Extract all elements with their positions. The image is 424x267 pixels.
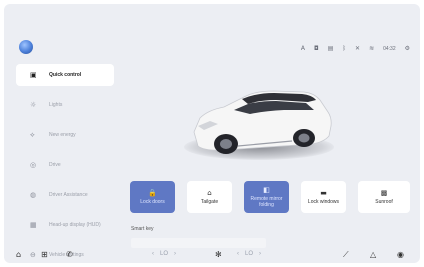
no-signal-icon: ✕ — [355, 45, 361, 52]
temp-increase-button[interactable]: › — [259, 251, 261, 257]
tile-label: Lock windows — [307, 199, 340, 205]
sidebar-item-drive[interactable]: ◎ Drive — [16, 154, 114, 176]
tile-label: Remote mirror folding — [250, 196, 283, 208]
fan-icon[interactable]: ✻ — [215, 249, 222, 261]
temp-increase-button[interactable]: › — [174, 251, 176, 257]
lock-windows-button[interactable]: ▬ Lock windows — [301, 181, 346, 213]
smart-key-label: Smart key — [131, 226, 154, 232]
sidebar-item-quick-control[interactable]: ▣ Quick control — [16, 64, 114, 86]
assistance-icon: ◍ — [30, 191, 37, 199]
energy-icon: ⟡ — [30, 130, 35, 139]
home-icon[interactable]: ⌂ — [16, 249, 21, 261]
car-image — [193, 90, 332, 154]
assistant-icon[interactable]: ◉ — [397, 249, 404, 261]
status-bar: A ◘ ▤ ᛒ ✕ ≋ 04:32 ⚙ — [301, 44, 410, 54]
sunroof-button[interactable]: ▩ Sunroof — [358, 181, 410, 213]
apps-icon[interactable]: ⊞ — [41, 249, 48, 261]
sidebar-item-label: Quick control — [49, 72, 82, 78]
steering-wheel-icon: ◎ — [30, 161, 37, 169]
light-icon: ☼ — [30, 101, 37, 109]
temp-decrease-button[interactable]: ‹ — [152, 251, 154, 257]
temp-value: LO — [160, 251, 169, 257]
sidebar-item-label: Head-up display (HUD) — [49, 222, 101, 228]
tile-label: Sunroof — [375, 199, 393, 205]
window-icon: ▬ — [320, 189, 327, 197]
mirror-icon: ◧ — [263, 186, 270, 194]
tailgate-icon: ⌂ — [207, 189, 212, 197]
bluetooth-icon[interactable]: ᛒ — [342, 44, 346, 54]
temp-value: LO — [245, 251, 254, 257]
quick-controls: 🔒 Lock doors ⌂ Tailgate ◧ Remote mirror … — [130, 181, 410, 213]
bottom-dock: ⌂ ⊞ ✆ ‹ LO › ✻ ‹ LO › ⟋ △ ◉ — [4, 247, 420, 263]
sidebar-item-label: Driver Assistance — [49, 192, 88, 198]
lock-icon: 🔒 — [148, 189, 157, 197]
quick-control-icon: ▣ — [30, 71, 37, 79]
avatar[interactable] — [19, 40, 33, 54]
temp-control-left: ‹ LO › — [152, 251, 176, 257]
hud-icon: ▦ — [30, 221, 37, 229]
seat-icon[interactable]: ⟋ — [343, 249, 349, 261]
camera-icon[interactable]: ◘ — [314, 44, 319, 54]
warning-icon[interactable]: △ — [370, 249, 376, 261]
car-control-screen: A ◘ ▤ ᛒ ✕ ≋ 04:32 ⚙ ▣ Quick control ☼ Li… — [4, 4, 420, 263]
tile-label: Lock doors — [140, 199, 165, 205]
sidebar-item-driver-assistance[interactable]: ◍ Driver Assistance — [16, 184, 114, 206]
tailgate-button[interactable]: ⌂ Tailgate — [187, 181, 232, 213]
sidebar-item-label: Lights — [49, 102, 63, 108]
settings-icon[interactable]: ⚙ — [405, 44, 410, 54]
sidebar-item-label: Drive — [49, 162, 61, 168]
sidebar-item-hud[interactable]: ▦ Head-up display (HUD) — [16, 214, 114, 236]
lock-doors-button[interactable]: 🔒 Lock doors — [130, 181, 175, 213]
display-icon[interactable]: A — [301, 44, 305, 54]
phone-icon[interactable]: ✆ — [66, 249, 73, 261]
sidebar-item-new-energy[interactable]: ⟡ New energy — [16, 124, 114, 146]
sunroof-icon: ▩ — [380, 189, 388, 197]
vehicle-view — [164, 74, 344, 174]
temp-control-right: ‹ LO › — [237, 251, 261, 257]
sidebar: ▣ Quick control ☼ Lights ⟡ New energy ◎ … — [16, 64, 114, 263]
sidebar-item-label: New energy — [49, 132, 76, 138]
grid-icon[interactable]: ▤ — [328, 44, 334, 54]
remote-mirror-folding-button[interactable]: ◧ Remote mirror folding — [244, 181, 289, 213]
wifi-icon: ≋ — [369, 45, 375, 52]
temp-decrease-button[interactable]: ‹ — [237, 251, 239, 257]
tile-label: Tailgate — [200, 199, 219, 205]
clock: 04:32 — [383, 46, 396, 52]
sidebar-item-lights[interactable]: ☼ Lights — [16, 94, 114, 116]
